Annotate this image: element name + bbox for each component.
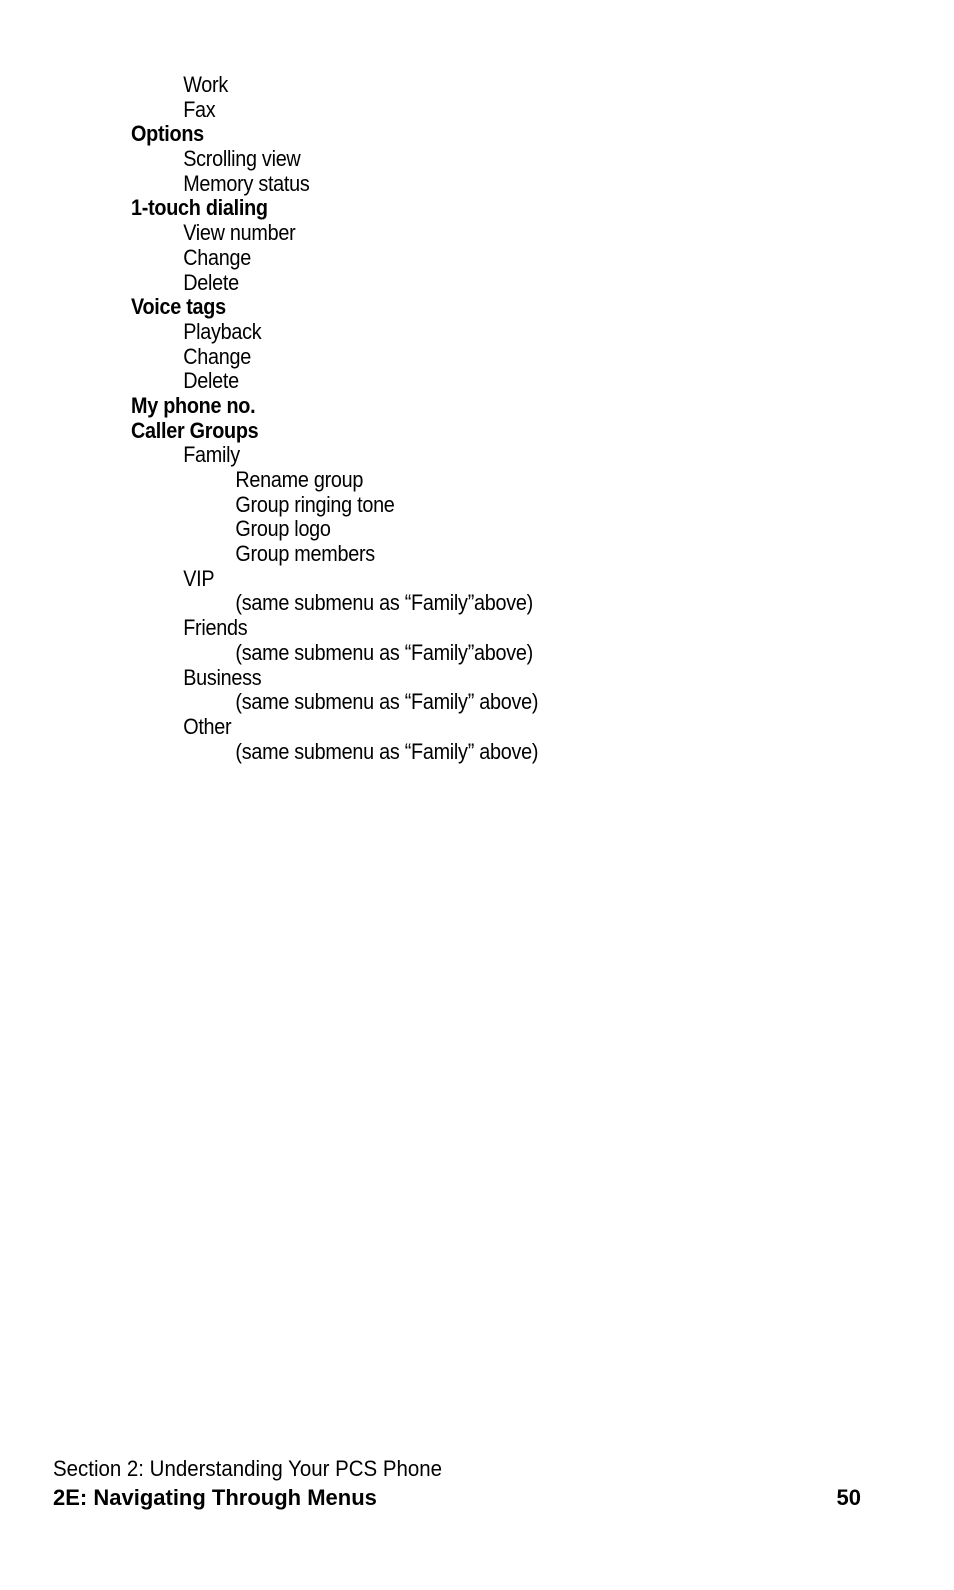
menu-item: Change [183, 343, 251, 369]
menu-item: Other [183, 713, 232, 739]
submenu-item: (same submenu as “Family” above) [235, 738, 539, 764]
submenu-item: (same submenu as “Family” above) [235, 689, 539, 715]
submenu-item: (same submenu as “Family”above) [235, 639, 533, 665]
menu-item: Memory status [183, 170, 310, 196]
page-footer: Section 2: Understanding Your PCS Phone … [53, 1455, 861, 1513]
submenu-item: Rename group [235, 467, 364, 492]
footer-section-title: Section 2: Understanding Your PCS Phone [53, 1456, 443, 1481]
submenu-item: (same submenu as “Family”above) [235, 590, 533, 616]
menu-heading: 1-touch dialing [131, 195, 268, 221]
page-number: 50 [836, 1485, 861, 1510]
menu-item: Playback [183, 318, 262, 344]
menu-item: VIP [183, 565, 215, 591]
menu-item: View number [183, 220, 296, 246]
menu-outline: Work Fax Options Scrolling view Memory statu… [131, 72, 583, 764]
footer-chapter-row: 2E: Navigating Through Menus 50 [53, 1483, 861, 1513]
menu-item: Delete [183, 269, 239, 295]
menu-heading: Voice tags [131, 294, 226, 320]
menu-heading: Caller Groups [131, 417, 259, 443]
menu-item: Change [183, 244, 251, 270]
menu-item: Fax [183, 96, 216, 122]
menu-item: Family [183, 442, 240, 468]
footer-chapter-title: 2E: Navigating Through Menus [53, 1485, 377, 1510]
menu-item: Friends [183, 615, 248, 641]
menu-heading: My phone no. [131, 392, 256, 418]
menu-item: Delete [183, 368, 239, 394]
menu-item: Business [183, 664, 262, 690]
menu-item: Scrolling view [183, 146, 301, 172]
submenu-item: Group logo [235, 516, 331, 542]
menu-heading: Options [131, 121, 204, 147]
menu-item: Work [183, 72, 228, 97]
submenu-item: Group ringing tone [235, 491, 395, 517]
submenu-item: Group members [235, 541, 375, 567]
